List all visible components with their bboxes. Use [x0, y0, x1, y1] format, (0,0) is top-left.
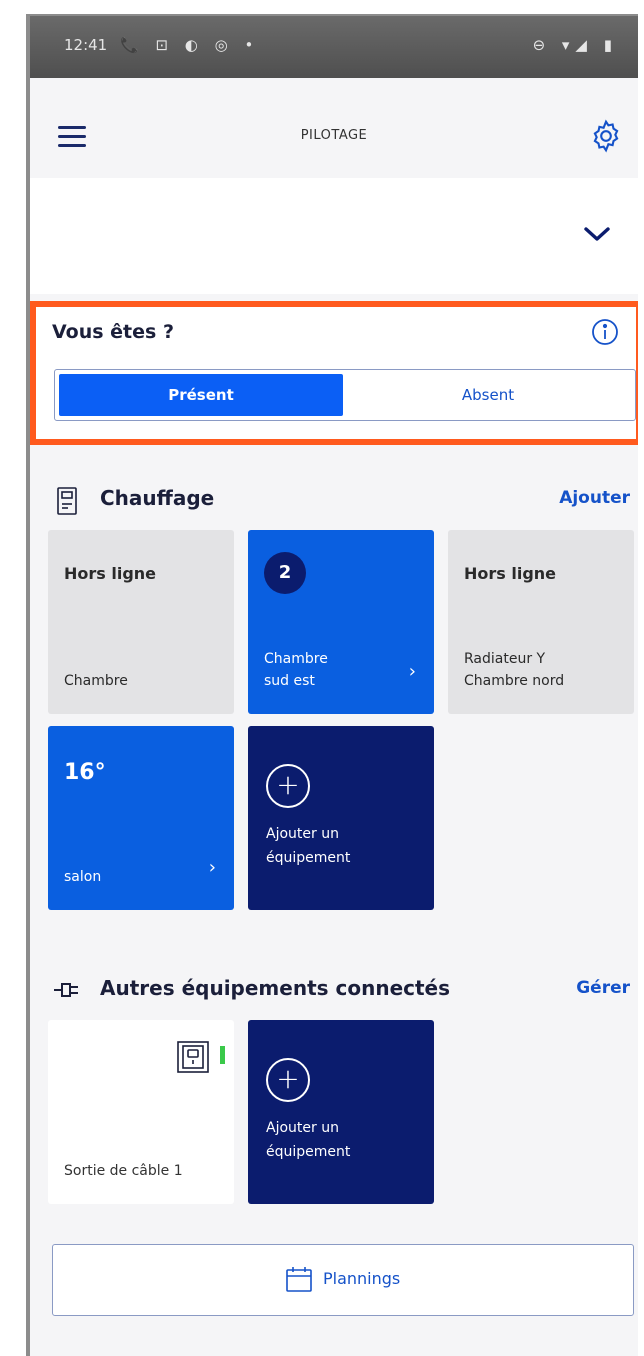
info-icon[interactable]	[590, 317, 620, 347]
home-selector[interactable]	[30, 178, 638, 294]
plus-circle-icon: +	[266, 764, 310, 808]
status-time: 12:41	[64, 36, 108, 54]
card-name: Radiateur Y Chambre nord	[464, 648, 564, 692]
status-bar: 12:41 📞 ⊡ ◐ ◎ • ⊖ ▾◢ ▮	[30, 16, 638, 78]
plannings-label: Plannings	[323, 1269, 401, 1288]
page-title: PILOTAGE	[300, 128, 368, 143]
add-label-line1: Ajouter un	[266, 826, 339, 842]
heating-card-chambre-sud-est[interactable]: 2 Chambre sud est ›	[248, 530, 434, 714]
system-icons: ⊖ ▾◢ ▮	[532, 36, 618, 54]
presence-question: Vous êtes ?	[52, 321, 174, 343]
absent-option[interactable]: Absent	[345, 374, 631, 416]
plannings-button[interactable]: Plannings	[52, 1244, 634, 1316]
card-status: Hors ligne	[464, 564, 557, 583]
present-option[interactable]: Présent	[59, 374, 343, 416]
card-name: Chambre sud est	[264, 648, 328, 692]
other-equipment-title: Autres équipements connectés	[100, 976, 451, 1000]
chevron-down-icon[interactable]	[582, 224, 612, 244]
card-name: Sortie de câble 1	[64, 1163, 183, 1179]
manage-equipment-link[interactable]: Gérer	[576, 978, 630, 998]
cable-outlet-icon	[177, 1041, 209, 1073]
plug-icon	[54, 983, 78, 997]
gear-icon[interactable]	[588, 118, 624, 154]
notification-icons: 📞 ⊡ ◐ ◎ •	[120, 36, 260, 54]
thermostat-icon	[57, 487, 77, 515]
card-name: Chambre	[64, 673, 128, 689]
plus-circle-icon: +	[266, 1058, 310, 1102]
heating-card-chambre[interactable]: Hors ligne Chambre	[48, 530, 234, 714]
add-label: Ajouter un équipement	[266, 822, 350, 870]
add-heating-equipment-card[interactable]: + Ajouter un équipement	[248, 726, 434, 910]
card-name-line1: Radiateur Y	[464, 651, 546, 667]
chevron-right-icon: ›	[408, 661, 416, 682]
card-name: salon	[64, 869, 102, 885]
temperature-value: 16°	[64, 760, 106, 785]
presence-toggle[interactable]: Présent Absent	[54, 369, 636, 421]
card-name-line2: Chambre nord	[464, 673, 565, 689]
add-label-line2: équipement	[266, 1144, 351, 1160]
card-name-line1: Chambre	[264, 651, 328, 667]
add-other-equipment-card[interactable]: + Ajouter un équipement	[248, 1020, 434, 1204]
equipment-card-sortie-cable[interactable]: Sortie de câble 1	[48, 1020, 234, 1204]
heating-card-radiateur-y[interactable]: Hors ligne Radiateur Y Chambre nord	[448, 530, 634, 714]
heating-title: Chauffage	[100, 486, 215, 510]
app-bar: PILOTAGE	[30, 78, 638, 176]
heating-card-salon[interactable]: 16° salon ›	[48, 726, 234, 910]
online-indicator	[220, 1046, 225, 1064]
calendar-icon	[286, 1267, 312, 1292]
chevron-right-icon: ›	[208, 857, 216, 878]
card-name-line2: sud est	[264, 673, 315, 689]
mode-badge: 2	[264, 552, 306, 594]
app-screen: 12:41 📞 ⊡ ◐ ◎ • ⊖ ▾◢ ▮ PILOTAGE Vous ête…	[26, 14, 638, 1356]
add-heating-link[interactable]: Ajouter	[559, 488, 630, 508]
add-label: Ajouter un équipement	[266, 1116, 350, 1164]
add-label-line2: équipement	[266, 850, 351, 866]
presence-panel: Vous êtes ? Présent Absent	[30, 301, 638, 445]
add-label-line1: Ajouter un	[266, 1120, 339, 1136]
card-status: Hors ligne	[64, 564, 157, 583]
